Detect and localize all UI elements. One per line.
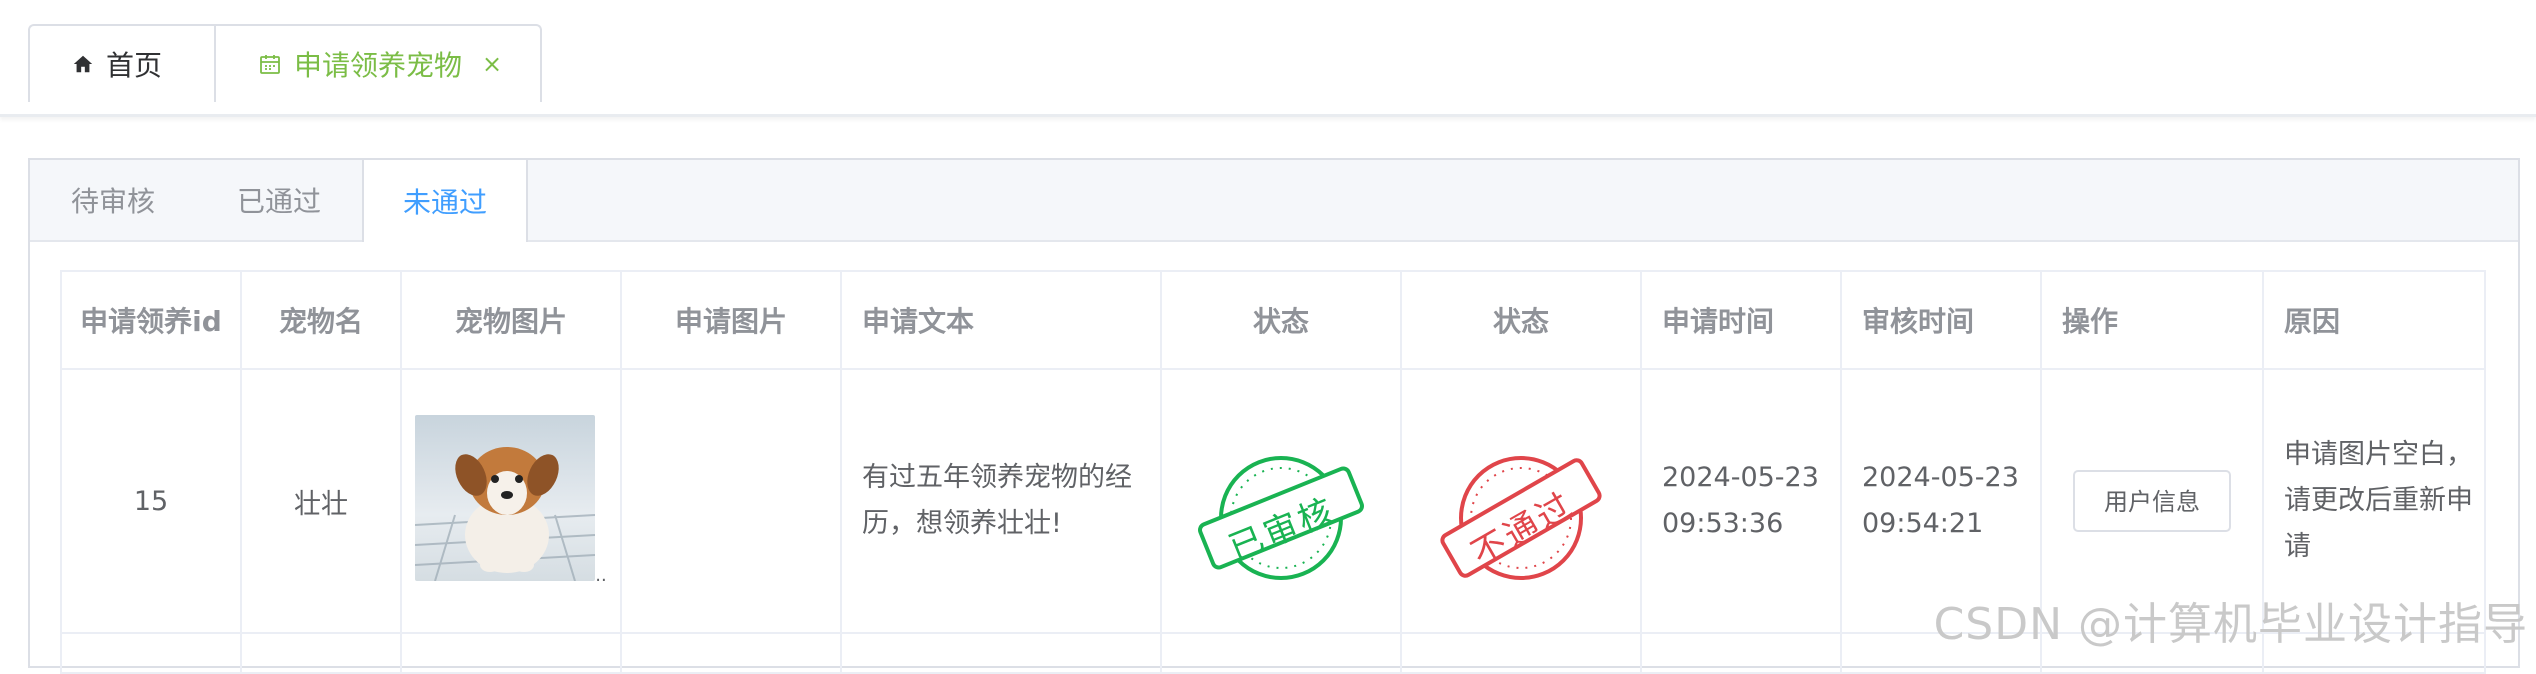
header-reason: 原因 xyxy=(2262,270,2486,370)
close-icon[interactable]: × xyxy=(482,50,502,78)
cell-apply-image xyxy=(620,368,842,634)
tag-active-label: 申请领养宠物 xyxy=(294,49,463,82)
header-action: 操作 xyxy=(2040,270,2264,370)
pet-photo[interactable] xyxy=(415,414,596,581)
tag-adopt-apply[interactable]: 申请领养宠物 × xyxy=(214,24,542,102)
tab-approved[interactable]: 已通过 xyxy=(196,160,362,240)
cell-apply-text: 有过五年领养宠物的经历，想领养壮壮! xyxy=(840,368,1162,634)
header-apply-text: 申请文本 xyxy=(840,270,1162,370)
header-pet-image: 宠物图片 xyxy=(400,270,622,370)
tag-home[interactable]: 首页 xyxy=(28,24,216,102)
watermark: CSDN @计算机毕业设计指导 xyxy=(1933,599,2528,650)
table-header-row: 申请领养id 宠物名 宠物图片 申请图片 申请文本 状态 状态 申请时间 审核时… xyxy=(60,270,2486,370)
header-status-1: 状态 xyxy=(1160,270,1402,370)
header-status-2: 状态 xyxy=(1400,270,1642,370)
header-apply-image: 申请图片 xyxy=(620,270,842,370)
header-pet-name: 宠物名 xyxy=(240,270,402,370)
tag-home-label: 首页 xyxy=(106,49,163,82)
home-icon xyxy=(72,53,94,75)
status-tabs: 待审核 已通过 未通过 xyxy=(30,160,2518,242)
header-review-time: 审核时间 xyxy=(1840,270,2042,370)
cell-apply-time: 2024-05-23 09:53:36 xyxy=(1640,368,1842,634)
cell-pet-image: .. xyxy=(400,368,622,634)
user-info-button[interactable]: 用户信息 xyxy=(2073,470,2231,532)
header-id: 申请领养id xyxy=(60,270,242,370)
cell-status-1: 已审核 xyxy=(1160,368,1402,634)
cell-pet-name: 壮壮 xyxy=(240,368,402,634)
cell-id: 15 xyxy=(60,368,242,634)
cell-status-2: 不通过 xyxy=(1400,368,1642,634)
pet-image-overflow: .. xyxy=(595,564,607,586)
tab-pending[interactable]: 待审核 xyxy=(30,160,196,240)
tab-rejected[interactable]: 未通过 xyxy=(362,160,528,242)
tags-view-bar: 首页 申请领养宠物 × xyxy=(0,0,2536,117)
header-apply-time: 申请时间 xyxy=(1640,270,1842,370)
calendar-icon xyxy=(258,52,282,76)
